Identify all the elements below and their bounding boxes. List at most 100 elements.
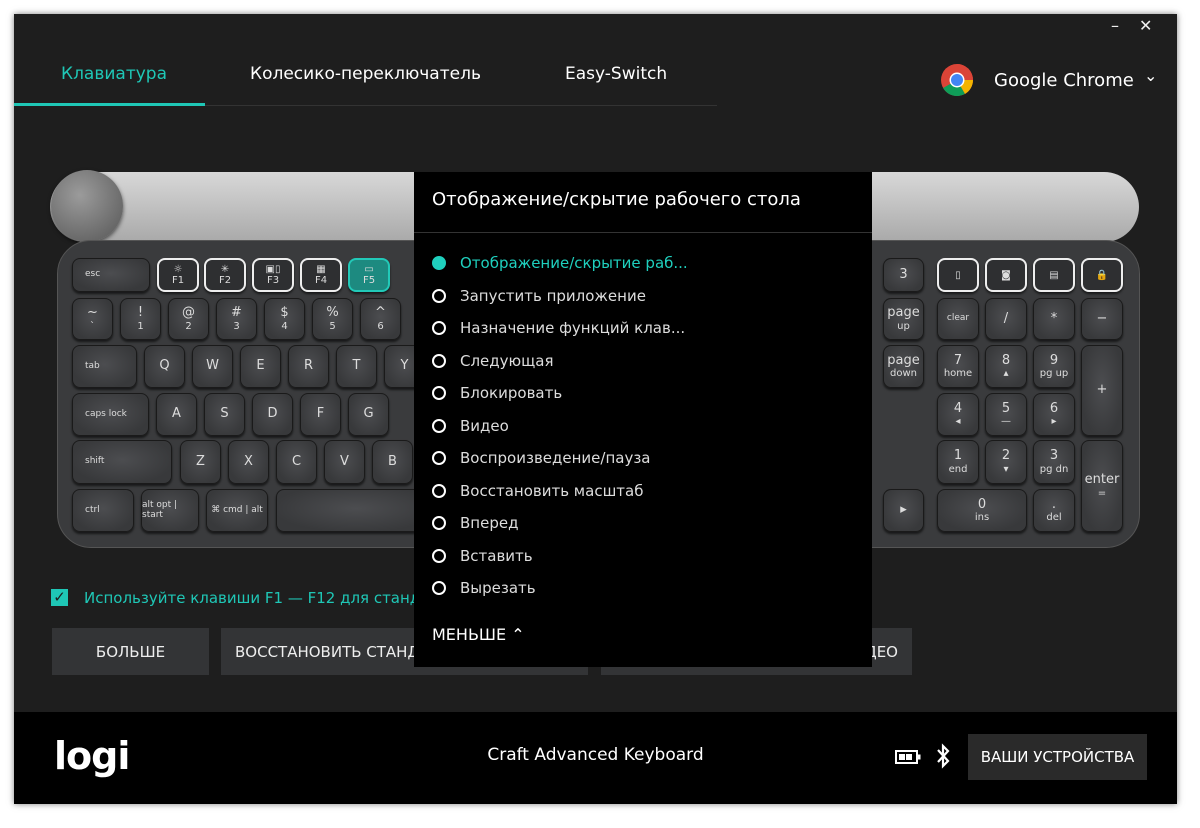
key-sublabel: 3	[233, 320, 240, 332]
dropdown-option[interactable]: Воспроизведение/пауза	[432, 449, 651, 467]
dropdown-option[interactable]: Запустить приложение	[432, 287, 646, 305]
key[interactable]: . del	[1033, 489, 1075, 532]
key[interactable]: 0 ins	[937, 489, 1027, 532]
key-sublabel: F3	[266, 275, 280, 286]
key[interactable]: W	[192, 345, 233, 388]
less-button[interactable]: МЕНЬШЕ ⌃	[432, 625, 525, 644]
key[interactable]: clear	[937, 298, 979, 340]
key-label: E	[256, 358, 265, 374]
key[interactable]: ▦ F4	[300, 258, 342, 292]
fn-keys-checkbox-label[interactable]: Используйте клавиши F1 — F12 для стандар…	[84, 589, 469, 607]
more-button[interactable]: БОЛЬШЕ	[52, 628, 209, 675]
key[interactable]: page up	[883, 298, 924, 340]
key[interactable]: 6 ▸	[1033, 393, 1075, 436]
key[interactable]: tab	[72, 345, 137, 388]
key[interactable]: ▭ F5	[348, 258, 390, 292]
key[interactable]: S	[204, 393, 245, 436]
key[interactable]: ^ 6	[360, 298, 401, 340]
key-label: esc	[85, 269, 101, 280]
key[interactable]: ctrl	[72, 489, 134, 532]
key[interactable]: ▸	[883, 489, 924, 532]
key[interactable]: T	[336, 345, 377, 388]
key[interactable]: alt opt | start	[141, 489, 199, 532]
key[interactable]: page down	[883, 345, 924, 388]
dropdown-option[interactable]: Отображение/скрытие раб...	[432, 254, 688, 272]
your-devices-button[interactable]: ВАШИ УСТРОЙСТВА	[968, 734, 1147, 780]
key[interactable]: G	[348, 393, 389, 436]
minimize-button[interactable]: –	[1111, 16, 1119, 35]
key[interactable]: Q	[144, 345, 185, 388]
key[interactable]: A	[156, 393, 197, 436]
app-selector[interactable]	[940, 63, 976, 99]
tab-easy-switch[interactable]: Easy-Switch	[565, 64, 667, 84]
key-label: ⌘ cmd | alt	[211, 504, 263, 515]
key[interactable]: esc	[72, 258, 150, 292]
key[interactable]: X	[228, 440, 269, 484]
key[interactable]: F	[300, 393, 341, 436]
app-selector-label[interactable]: Google Chrome	[994, 70, 1134, 91]
key[interactable]: ⌘ cmd | alt	[206, 489, 268, 532]
key[interactable]: 3 pg dn	[1033, 440, 1075, 484]
key[interactable]: ☼ F1	[157, 258, 199, 292]
key[interactable]: ▤	[1033, 258, 1075, 292]
key[interactable]: C	[276, 440, 317, 484]
key[interactable]: 1 end	[937, 440, 979, 484]
key[interactable]: 3	[883, 258, 924, 292]
dropdown-option[interactable]: Видео	[432, 417, 509, 435]
key[interactable]: /	[985, 298, 1027, 340]
chevron-down-icon[interactable]: ⌄	[1144, 66, 1157, 85]
key[interactable]: *	[1033, 298, 1075, 340]
key[interactable]: 🔒	[1081, 258, 1123, 292]
key-label: 6	[1049, 400, 1059, 416]
key-sublabel: ▾	[1003, 463, 1009, 475]
dropdown-option[interactable]: Вырезать	[432, 579, 536, 597]
key[interactable]: R	[288, 345, 329, 388]
dropdown-option[interactable]: Вперед	[432, 514, 518, 532]
key[interactable]: 2 ▾	[985, 440, 1027, 484]
dropdown-option[interactable]: Следующая	[432, 352, 554, 370]
tab-keyboard[interactable]: Клавиатура	[61, 64, 167, 84]
key[interactable]: E	[240, 345, 281, 388]
close-button[interactable]: ✕	[1139, 16, 1152, 35]
key[interactable]: ◙	[985, 258, 1027, 292]
key[interactable]: ✳ F2	[204, 258, 246, 292]
key[interactable]: caps lock	[72, 393, 149, 436]
key[interactable]: % 5	[312, 298, 353, 340]
dropdown-option[interactable]: Восстановить масштаб	[432, 482, 643, 500]
crown-dial[interactable]	[51, 170, 123, 242]
tab-wheel[interactable]: Колесико-переключатель	[250, 64, 481, 84]
dropdown-option[interactable]: Назначение функций клав...	[432, 319, 685, 337]
key[interactable]: +	[1081, 345, 1123, 436]
key[interactable]: ~ `	[72, 298, 113, 340]
dropdown-option[interactable]: Блокировать	[432, 384, 562, 402]
key-sublabel: F4	[314, 275, 328, 286]
key[interactable]: $4	[264, 298, 305, 340]
key-label: R	[303, 358, 314, 374]
key[interactable]: @2	[168, 298, 209, 340]
key[interactable]: 4 ◂	[937, 393, 979, 436]
fn-keys-checkbox[interactable]: ✓	[51, 589, 68, 606]
key[interactable]: enter =	[1081, 440, 1123, 532]
key[interactable]: ! 1	[120, 298, 161, 340]
option-label: Отображение/скрытие раб...	[460, 254, 688, 272]
key[interactable]: ▯	[937, 258, 979, 292]
key[interactable]: Z	[180, 440, 221, 484]
key[interactable]	[276, 489, 436, 532]
key[interactable]: 7 home	[937, 345, 979, 388]
footer: logi Craft Advanced Keyboard ВАШИ УСТРОЙ…	[14, 712, 1177, 804]
key[interactable]: 9 pg up	[1033, 345, 1075, 388]
radio-icon	[432, 321, 446, 335]
key[interactable]: ▣▯ F3	[252, 258, 294, 292]
key-label: ▤	[1049, 269, 1059, 281]
key[interactable]: −	[1081, 298, 1123, 340]
key[interactable]: 8 ▴	[985, 345, 1027, 388]
key-label: 1	[953, 448, 963, 464]
dropdown-option[interactable]: Вставить	[432, 547, 533, 565]
key[interactable]: shift	[72, 440, 172, 484]
key[interactable]: V	[324, 440, 365, 484]
key[interactable]: B	[372, 440, 413, 484]
key[interactable]: #3	[216, 298, 257, 340]
key[interactable]: 5—	[985, 393, 1027, 436]
key-label: W	[206, 358, 219, 374]
key[interactable]: D	[252, 393, 293, 436]
